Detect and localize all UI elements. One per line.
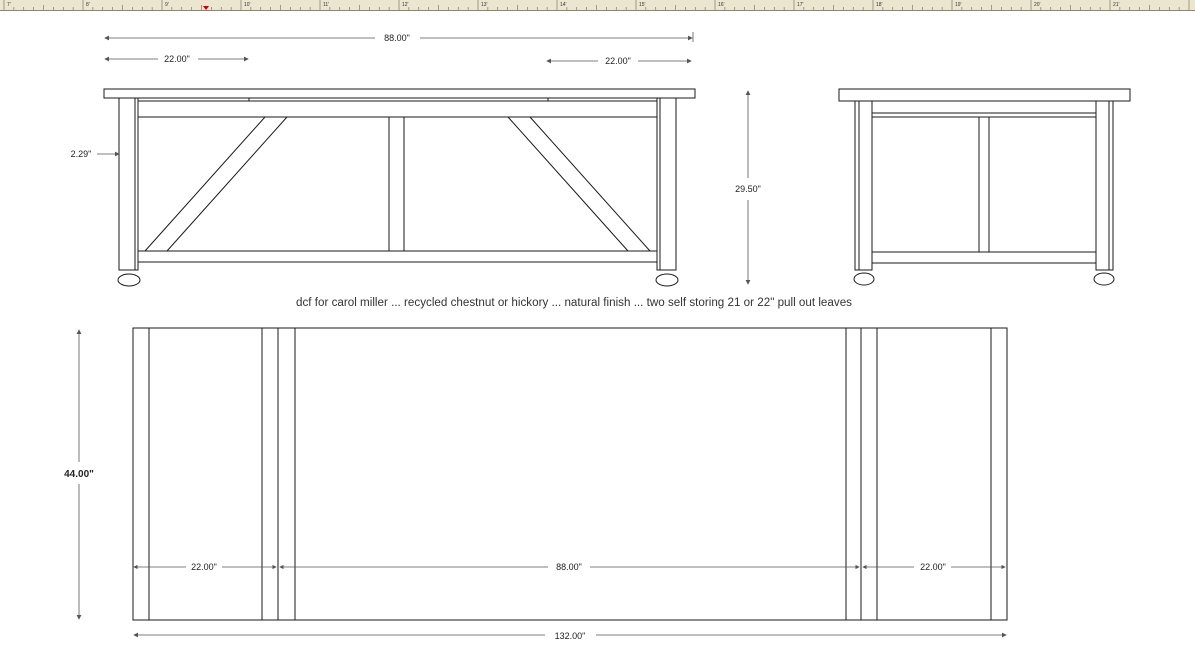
- ruler-ticks: [3, 0, 1190, 10]
- dimension-overall-length-label: 132.00": [555, 631, 586, 641]
- dimension-left-leaf-label: 22.00": [164, 54, 190, 64]
- front-foot-left: [117, 273, 141, 287]
- front-center-post[interactable]: [388, 116, 405, 252]
- side-leg-left[interactable]: [854, 100, 873, 271]
- drawing-canvas[interactable]: 88.00" 22.00" 22.00" 2.29" 29.50" dcf fo…: [0, 11, 1195, 667]
- drawing-caption: dcf for carol miller ... recycled chestn…: [296, 297, 852, 309]
- side-apron[interactable]: [871, 100, 1097, 118]
- front-stretcher[interactable]: [137, 250, 658, 263]
- side-foot-left: [853, 272, 875, 286]
- dimension-apron-height-label: 2.29": [71, 149, 92, 159]
- dimension-overall-width-label: 88.00": [384, 33, 410, 43]
- dimension-top-center-label: 88.00": [556, 562, 582, 572]
- front-apron[interactable]: [137, 100, 659, 118]
- dimension-top-left-leaf-label: 22.00": [191, 562, 217, 572]
- front-view[interactable]: 88.00" 22.00" 22.00" 2.29": [71, 32, 696, 287]
- dimension-depth-label: 44.00": [64, 469, 94, 480]
- side-tabletop[interactable]: [838, 88, 1131, 102]
- dimension-top-right-leaf-label: 22.00": [920, 562, 946, 572]
- top-view[interactable]: 44.00" 22.00" 88.00" 22.00" 132.00": [64, 327, 1008, 641]
- side-stretcher[interactable]: [871, 251, 1097, 264]
- dimension-height-label: 29.50": [735, 184, 761, 194]
- horizontal-ruler[interactable]: 7' 8' 9' 10' 11' 12' 13' 14' 15' 16' 17'…: [0, 0, 1195, 11]
- front-foot-right: [655, 273, 679, 287]
- side-view[interactable]: 29.50": [735, 88, 1131, 286]
- drawing-svg: 88.00" 22.00" 22.00" 2.29" 29.50" dcf fo…: [64, 32, 1131, 641]
- front-tabletop[interactable]: [103, 88, 696, 99]
- dimension-right-leaf-label: 22.00": [605, 56, 631, 66]
- side-foot-right: [1093, 272, 1115, 286]
- side-leg-right[interactable]: [1095, 100, 1114, 271]
- top-view-outline[interactable]: [132, 327, 1008, 621]
